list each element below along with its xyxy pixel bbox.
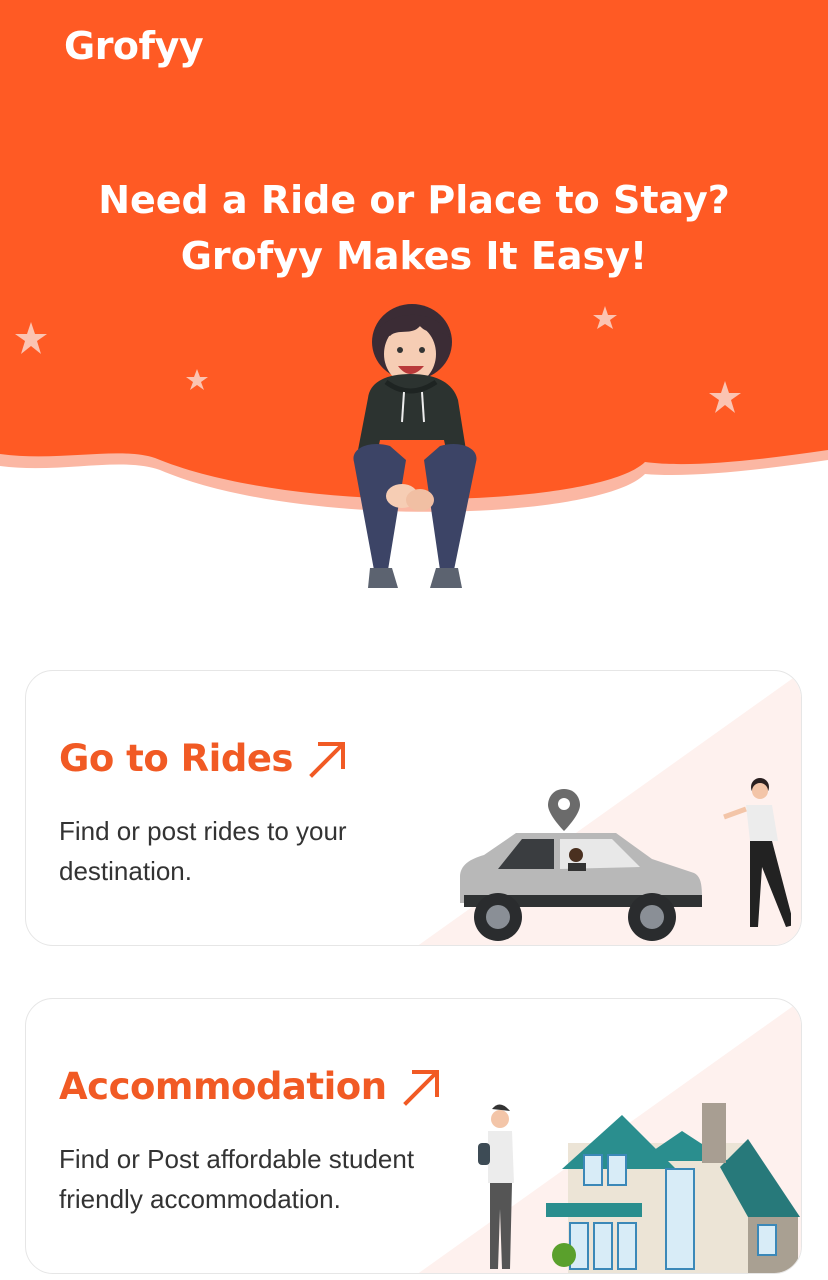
- arrow-up-right-icon[interactable]: [402, 1067, 442, 1107]
- hero-banner: Grofyy Need a Ride or Place to Stay? Gro…: [0, 0, 828, 600]
- hero-headline-line-1: Need a Ride or Place to Stay?: [98, 178, 730, 222]
- accommodation-description-line-2: friendly accommodation.: [59, 1184, 341, 1214]
- hero-headline-line-2: Grofyy Makes It Easy!: [180, 234, 648, 278]
- rides-card-description: Find or post rides to your destination.: [59, 811, 347, 891]
- accommodation-card-title: Accommodation: [59, 1065, 387, 1108]
- rides-description-line-1: Find or post rides to your: [59, 816, 347, 846]
- accommodation-description-line-1: Find or Post affordable student: [59, 1144, 415, 1174]
- house-illustration: [478, 1103, 800, 1273]
- accommodation-card[interactable]: Accommodation Find or Post affordable st…: [25, 998, 802, 1274]
- rides-description-line-2: destination.: [59, 856, 192, 886]
- rides-card[interactable]: Go to Rides Find or post rides to your d…: [25, 670, 802, 946]
- sitting-boy-illustration: [353, 304, 477, 588]
- app-logo[interactable]: Grofyy: [64, 24, 204, 68]
- car-ride-illustration: [460, 778, 791, 941]
- arrow-up-right-icon[interactable]: [308, 739, 348, 779]
- accommodation-card-description: Find or Post affordable student friendly…: [59, 1139, 414, 1219]
- hero-headline: Need a Ride or Place to Stay? Grofyy Mak…: [0, 172, 828, 284]
- rides-card-title: Go to Rides: [59, 737, 293, 780]
